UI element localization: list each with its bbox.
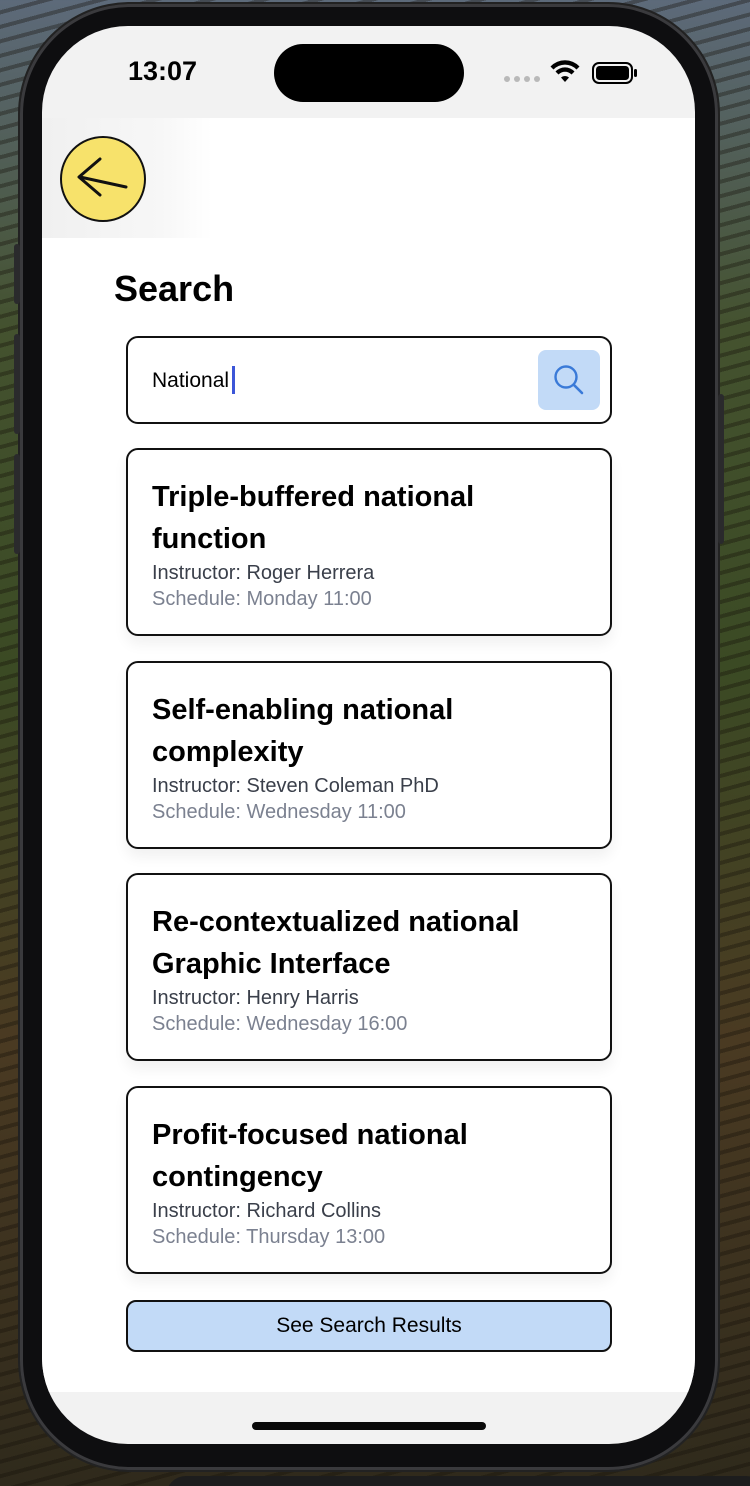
- course-instructor: Instructor: Richard Collins: [152, 1200, 381, 1222]
- course-schedule: Schedule: Monday 11:00: [152, 588, 372, 610]
- course-title: Re-contextualized national Graphic Inter…: [152, 906, 520, 980]
- search-input[interactable]: [152, 366, 532, 396]
- course-schedule: Schedule: Thursday 13:00: [152, 1226, 386, 1248]
- result-card[interactable]: Triple-buffered national function Instru…: [126, 448, 612, 636]
- arrow-left-icon: [77, 157, 128, 197]
- power-button: [718, 394, 724, 544]
- result-card[interactable]: Profit-focused national contingency Inst…: [126, 1086, 612, 1274]
- search-screen: Search Triple-buffered national function…: [42, 118, 695, 1392]
- result-card[interactable]: Re-contextualized national Graphic Inter…: [126, 873, 612, 1061]
- text-cursor: [232, 366, 235, 394]
- result-card[interactable]: Self-enabling national complexity Instru…: [126, 661, 612, 849]
- cellular-signal-icon: [504, 76, 540, 82]
- home-indicator[interactable]: [252, 1422, 486, 1430]
- dynamic-island: [274, 44, 464, 102]
- course-instructor: Instructor: Steven Coleman PhD: [152, 775, 439, 797]
- volume-down-button: [14, 454, 20, 554]
- status-time: 13:07: [128, 56, 198, 86]
- course-title: Triple-buffered national function: [152, 481, 475, 555]
- background-window-edge: [166, 1476, 750, 1486]
- see-search-results-button[interactable]: See Search Results: [126, 1300, 612, 1352]
- course-title: Profit-focused national contingency: [152, 1119, 468, 1193]
- search-bar: [126, 336, 612, 424]
- side-button: [14, 244, 20, 304]
- search-icon: [554, 365, 584, 395]
- course-title: Self-enabling national complexity: [152, 694, 454, 768]
- back-button[interactable]: [60, 136, 146, 222]
- phone-screen: 13:07 Search National Triple-buffered na…: [42, 26, 695, 1444]
- course-schedule: Schedule: Wednesday 11:00: [152, 801, 406, 823]
- wifi-icon: [550, 60, 580, 82]
- page-title: Search: [114, 268, 235, 309]
- volume-up-button: [14, 334, 20, 434]
- status-bar: 13:07: [42, 26, 695, 118]
- course-instructor: Instructor: Henry Harris: [152, 987, 359, 1009]
- search-button[interactable]: [538, 350, 600, 410]
- course-instructor: Instructor: Roger Herrera: [152, 562, 375, 584]
- battery-icon: [592, 62, 637, 84]
- course-schedule: Schedule: Wednesday 16:00: [152, 1013, 408, 1035]
